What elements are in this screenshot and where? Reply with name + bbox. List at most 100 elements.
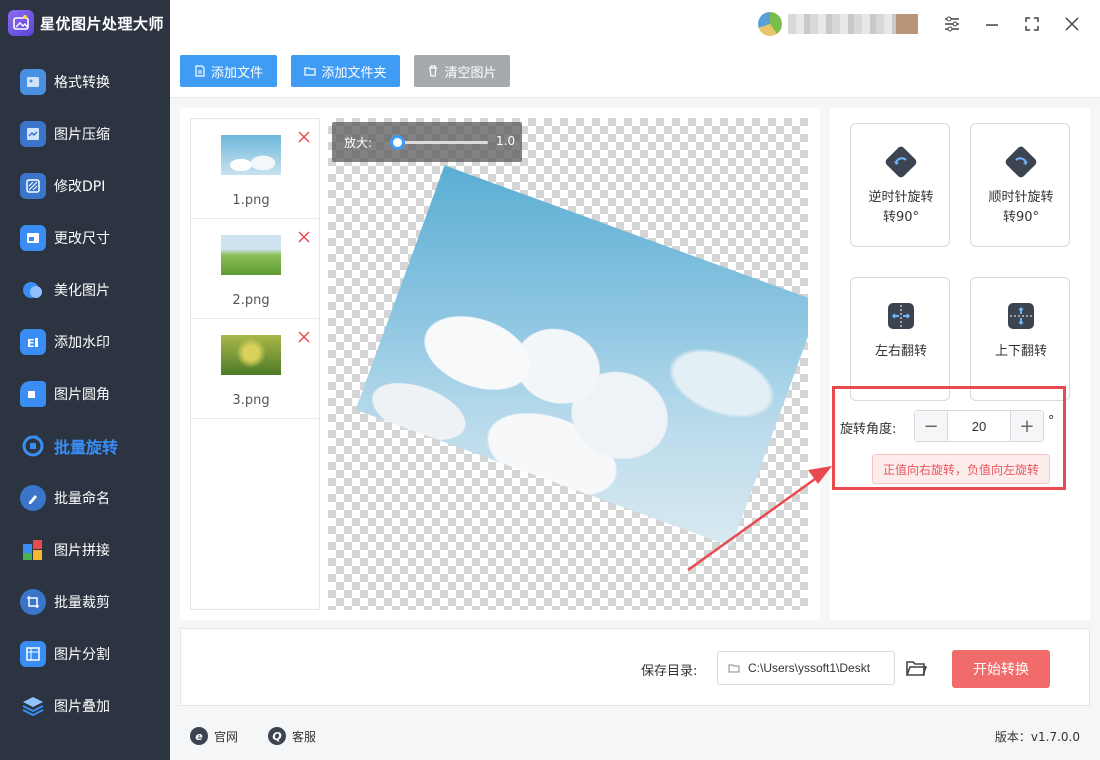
rotate-cw-label: 顺时针旋转 转90° [988,190,1054,225]
clear-images-label: 清空图片 [444,65,497,81]
sidebar-item-label: 批量命名 [54,491,110,507]
rotate-left-icon [885,146,917,178]
remove-file-icon[interactable] [297,229,311,243]
rename-icon [20,485,46,511]
support-label: 客服 [292,729,317,744]
remove-file-icon[interactable] [297,329,311,343]
chat-icon: Q [268,727,286,745]
website-link[interactable]: e 官网 [190,727,238,745]
title-bar [170,0,1100,48]
website-label: 官网 [214,729,239,744]
sidebar-item-batch-rename[interactable]: 批量命名 [0,472,170,524]
file-name: 1.png [232,193,270,208]
rotation-options-panel: 逆时针旋转 转90° 顺时针旋转 转90° 左右翻转 上下翻转 旋转角度: − … [830,108,1090,620]
round-corner-icon [20,381,46,407]
sidebar-nav: 格式转换 图片压缩 修改DPI 更改尺寸 美化图片 E 添加水印 图片圆角 批量 [0,56,170,732]
sidebar-item-compress[interactable]: 图片压缩 [0,108,170,160]
save-directory-path: C:\Users\yssoft1\Deskt [748,661,871,675]
sidebar-item-format-convert[interactable]: 格式转换 [0,56,170,108]
save-directory-field[interactable]: C:\Users\yssoft1\Deskt [717,651,895,685]
list-item[interactable]: 2.png [191,219,319,319]
increment-button[interactable]: + [1011,411,1043,441]
zoom-slider-handle[interactable] [389,135,405,150]
sidebar-item-label: 批量裁剪 [54,595,110,611]
add-file-button[interactable]: 添加文件 [180,55,277,87]
output-panel: 保存目录: C:\Users\yssoft1\Deskt 开始转换 [180,628,1090,706]
sidebar-item-label: 图片压缩 [54,127,110,143]
thumbnail-flowers [221,335,281,375]
sidebar-item-label: 图片拼接 [54,543,110,559]
sidebar-item-dpi[interactable]: 修改DPI [0,160,170,212]
rotate-ccw-label: 逆时针旋转 转90° [868,190,934,225]
file-icon [195,65,205,77]
rotation-angle-label: 旋转角度: [840,422,897,437]
resize-icon [20,225,46,251]
sidebar-item-round-corner[interactable]: 图片圆角 [0,368,170,420]
start-convert-button[interactable]: 开始转换 [952,650,1050,688]
app-title: 星优图片处理大师 [40,14,165,33]
save-directory-label: 保存目录: [641,664,698,679]
clear-images-button[interactable]: 清空图片 [414,55,510,87]
zoom-value: 1.0 [496,134,516,148]
layers-icon [20,693,46,719]
support-link[interactable]: Q 客服 [268,727,316,745]
trash-icon [429,65,438,77]
sidebar-item-overlay[interactable]: 图片叠加 [0,680,170,732]
sidebar-item-batch-crop[interactable]: 批量裁剪 [0,576,170,628]
sidebar-item-watermark[interactable]: E 添加水印 [0,316,170,368]
rotated-preview-image [355,165,808,547]
folder-icon [728,664,740,673]
decrement-button[interactable]: − [915,411,947,441]
app-logo-icon [8,10,34,36]
sidebar-item-resize[interactable]: 更改尺寸 [0,212,170,264]
flip-vertical-button[interactable]: 上下翻转 [970,277,1070,401]
flip-horizontal-button[interactable]: 左右翻转 [850,277,950,401]
flip-horizontal-icon [888,303,914,329]
sidebar-item-beautify[interactable]: 美化图片 [0,264,170,316]
zoom-slider[interactable] [389,135,488,150]
rotation-angle-stepper: − + [914,410,1044,442]
minimize-icon[interactable] [980,12,1004,36]
zoom-control: 放大: 1.0 [332,122,522,162]
zoom-label: 放大: [344,136,373,150]
sidebar-item-batch-rotate[interactable]: 批量旋转 [0,420,170,472]
sidebar-item-label: 美化图片 [54,283,110,299]
sidebar-item-label: 图片分割 [54,647,110,663]
browse-folder-icon[interactable] [905,657,928,679]
flip-vertical-label: 上下翻转 [994,344,1047,359]
footer: e 官网 Q 客服 版本：v1.7.0.0 [170,714,1100,760]
thumbnail-field [221,235,281,275]
sidebar-item-label: 更改尺寸 [54,231,110,247]
settings-icon[interactable] [940,12,964,36]
file-name: 3.png [232,393,270,408]
user-name-redacted [788,14,918,34]
user-avatar[interactable] [758,12,782,36]
thumbnail-sky [221,135,281,175]
rotate-cw-90-button[interactable]: 顺时针旋转 转90° [970,123,1070,247]
app-brand: 星优图片处理大师 [8,8,164,38]
flip-vertical-icon [1008,303,1034,329]
degree-symbol: ° [1048,414,1055,429]
sidebar-item-label: 格式转换 [54,75,110,91]
add-folder-button[interactable]: 添加文件夹 [291,55,400,87]
sidebar-item-stitch[interactable]: 图片拼接 [0,524,170,576]
svg-text:E: E [27,337,35,350]
list-item[interactable]: 1.png [191,119,319,219]
maximize-icon[interactable] [1020,12,1044,36]
split-icon [20,641,46,667]
beautify-icon [20,277,46,303]
sidebar-item-label: 图片叠加 [54,699,110,715]
browser-icon: e [190,727,208,745]
sidebar-item-split[interactable]: 图片分割 [0,628,170,680]
rotation-angle-input[interactable] [947,411,1011,441]
close-icon[interactable] [1060,12,1084,36]
stitch-icon [20,537,46,563]
rotate-icon [20,433,46,459]
list-item[interactable]: 3.png [191,319,319,419]
sidebar: 星优图片处理大师 格式转换 图片压缩 修改DPI 更改尺寸 美化图片 E 添加水… [0,0,170,760]
folder-icon [304,67,317,76]
add-folder-label: 添加文件夹 [321,65,387,81]
file-name: 2.png [232,293,270,308]
remove-file-icon[interactable] [297,129,311,143]
rotate-ccw-90-button[interactable]: 逆时针旋转 转90° [850,123,950,247]
